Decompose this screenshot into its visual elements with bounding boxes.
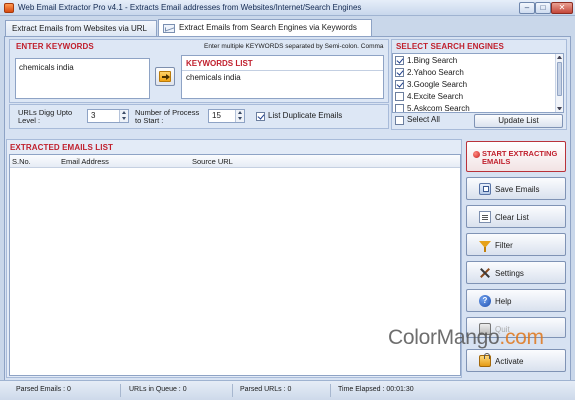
column-header-sno[interactable]: S.No. (12, 157, 31, 166)
engine-label: 5.Askcom Search (407, 104, 470, 113)
help-button[interactable]: ? Help (466, 289, 566, 312)
process-count-stepper[interactable]: 15 (208, 109, 245, 123)
status-parsed-urls: Parsed URLs : 0 (240, 386, 292, 393)
scroll-thumb[interactable] (557, 62, 562, 96)
search-engines-title: SELECT SEARCH ENGINES (396, 42, 504, 51)
dig-level-value: 3 (91, 111, 96, 120)
save-icon (479, 183, 491, 195)
dig-level-label: URLs Digg Upto Level : (18, 108, 73, 125)
window-title: Web Email Extractor Pro v4.1 - Extracts … (18, 3, 362, 12)
keyword-input[interactable]: chemicals india (15, 58, 150, 99)
list-item[interactable]: 3.Google Search (395, 79, 555, 90)
keywords-list[interactable]: KEYWORDS LIST chemicals india (181, 55, 384, 99)
divider (330, 384, 331, 397)
filter-button[interactable]: Filter (466, 233, 566, 256)
engine-checkbox[interactable] (395, 68, 404, 77)
status-bar: Parsed Emails : 0 URLs in Queue : 0 Pars… (0, 380, 575, 400)
select-all-checkbox[interactable] (395, 116, 404, 125)
clear-label: Clear List (495, 213, 529, 222)
list-duplicate-checkbox[interactable] (256, 112, 265, 121)
help-icon: ? (479, 295, 491, 307)
watermark-brand: ColorMango (388, 326, 500, 349)
envelope-chart-icon (163, 24, 175, 33)
save-emails-button[interactable]: Save Emails (466, 177, 566, 200)
engine-label: 2.Yahoo Search (407, 68, 464, 77)
status-urls-in-queue: URLs in Queue : 0 (129, 386, 187, 393)
engine-checkbox[interactable] (395, 104, 404, 112)
status-parsed-emails: Parsed Emails : 0 (16, 386, 71, 393)
clear-list-button[interactable]: Clear List (466, 205, 566, 228)
scroll-down-icon[interactable] (557, 107, 562, 110)
save-label: Save Emails (495, 185, 540, 194)
column-header-source-url[interactable]: Source URL (192, 157, 233, 166)
spinner-arrows-icon[interactable] (119, 110, 128, 122)
table-header: S.No. Email Address Source URL (10, 155, 460, 168)
process-count-label: Number of Process to Start : (135, 108, 200, 125)
watermark-domain: .com (499, 326, 544, 349)
keywords-list-title: KEYWORDS LIST (186, 59, 253, 68)
divider (182, 70, 383, 71)
close-button[interactable]: ✕ (551, 2, 573, 14)
list-item[interactable]: 2.Yahoo Search (395, 67, 555, 78)
tab-websites-via-url[interactable]: Extract Emails from Websites via URL (5, 20, 157, 37)
app-icon (4, 3, 14, 13)
search-engine-list[interactable]: 1.Bing Search 2.Yahoo Search 3.Google Se… (392, 53, 564, 113)
start-extracting-button[interactable]: START EXTRACTING EMAILS (466, 141, 566, 172)
engine-list-scrollbar[interactable] (555, 54, 563, 112)
minimize-button[interactable]: – (519, 2, 535, 14)
spinner-arrows-icon[interactable] (235, 110, 244, 122)
clear-list-icon (479, 211, 491, 223)
watermark: ColorMango.com (388, 326, 544, 350)
select-all-label[interactable]: Select All (407, 116, 440, 124)
list-item[interactable]: 1.Bing Search (395, 55, 555, 66)
list-duplicate-label[interactable]: List Duplicate Emails (268, 112, 342, 120)
help-label: Help (495, 297, 512, 306)
divider (120, 384, 121, 397)
list-item[interactable]: 4.Excite Search (395, 91, 555, 102)
keywords-hint: Enter multiple KEYWORDS separated by Sem… (204, 43, 384, 50)
status-time-elapsed: Time Elapsed : 00:01:30 (338, 386, 414, 393)
scroll-up-icon[interactable] (557, 56, 562, 59)
engine-checkbox[interactable] (395, 56, 404, 65)
activate-label: Activate (495, 357, 524, 366)
maximize-button[interactable]: □ (535, 2, 551, 14)
update-list-button[interactable]: Update List (474, 114, 563, 128)
activate-button[interactable]: Activate (466, 349, 566, 372)
list-item[interactable]: 5.Askcom Search (395, 103, 555, 113)
add-keyword-button[interactable] (155, 67, 175, 86)
start-icon (473, 151, 480, 158)
engine-label: 1.Bing Search (407, 56, 458, 65)
engine-label: 3.Google Search (407, 80, 468, 89)
engine-label: 4.Excite Search (407, 92, 464, 101)
enter-keywords-title: ENTER KEYWORDS (16, 42, 94, 51)
extracted-emails-title: EXTRACTED EMAILS LIST (10, 143, 113, 152)
tab-search-engines-via-keywords[interactable]: Extract Emails from Search Engines via K… (158, 19, 372, 37)
engine-checkbox[interactable] (395, 92, 404, 101)
divider (232, 384, 233, 397)
settings-button[interactable]: Settings (466, 261, 566, 284)
tools-icon (479, 267, 491, 279)
padlock-icon (479, 353, 491, 367)
dig-level-stepper[interactable]: 3 (87, 109, 129, 123)
process-count-value: 15 (212, 111, 221, 120)
filter-label: Filter (495, 241, 513, 250)
list-item[interactable]: chemicals india (186, 73, 241, 82)
start-label: START EXTRACTING EMAILS (482, 149, 558, 166)
column-header-email[interactable]: Email Address (61, 157, 109, 166)
tab-label: Extract Emails from Search Engines via K… (179, 23, 357, 32)
arrow-right-icon (159, 71, 171, 82)
settings-label: Settings (495, 269, 524, 278)
title-bar: Web Email Extractor Pro v4.1 - Extracts … (0, 0, 575, 16)
engine-checkbox[interactable] (395, 80, 404, 89)
filter-icon (479, 241, 491, 253)
